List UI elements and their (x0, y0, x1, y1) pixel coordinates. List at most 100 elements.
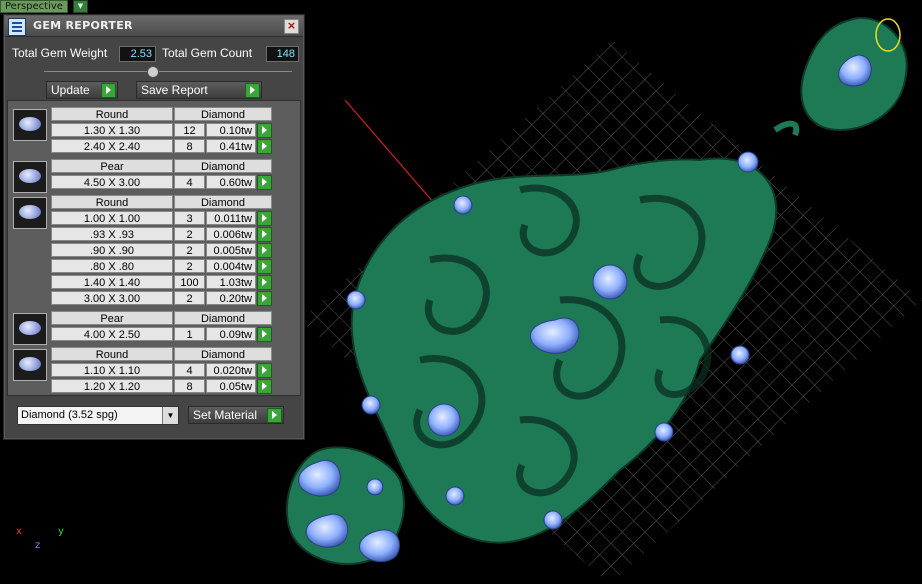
table-row: .93 X .93 2 0.006tw (8, 227, 300, 242)
select-gems-arrow-icon[interactable] (257, 227, 272, 242)
update-button-label: Update (51, 83, 90, 97)
gem-shape-header: Round (51, 107, 173, 121)
table-row: 4.00 X 2.50 1 0.09tw (8, 327, 300, 342)
update-arrow-icon (101, 83, 116, 98)
viewport-label[interactable]: Perspective (0, 0, 68, 13)
viewport-menu-arrow-icon[interactable]: ▼ (73, 0, 88, 13)
gem-material-header: Diamond (174, 195, 272, 209)
table-row: 3.00 X 3.00 2 0.20tw (8, 291, 300, 306)
set-material-arrow-icon (267, 408, 282, 423)
table-row: .80 X .80 2 0.004tw (8, 259, 300, 274)
gem-size-cell: 1.10 X 1.10 (51, 363, 173, 377)
gem-weight-cell: 1.03tw (206, 275, 256, 289)
select-gems-arrow-icon[interactable] (257, 379, 272, 394)
gem-weight-cell: 0.05tw (206, 379, 256, 393)
table-row: .90 X .90 2 0.005tw (8, 243, 300, 258)
chevron-down-icon: ▼ (162, 407, 178, 424)
select-gems-arrow-icon[interactable] (257, 243, 272, 258)
select-gems-arrow-icon[interactable] (257, 291, 272, 306)
gem-weight-cell: 0.10tw (206, 123, 256, 137)
gem-weight-cell: 0.005tw (206, 243, 256, 257)
gem-reporter-icon (8, 18, 26, 36)
set-material-button[interactable]: Set Material (188, 406, 284, 424)
gem-count-cell: 1 (174, 327, 205, 341)
select-gems-arrow-icon[interactable] (257, 211, 272, 226)
gem-size-cell: 2.40 X 2.40 (51, 139, 173, 153)
gem-weight-cell: 0.006tw (206, 227, 256, 241)
gem-size-cell: 1.30 X 1.30 (51, 123, 173, 137)
table-row: 2.40 X 2.40 8 0.41tw (8, 139, 300, 154)
table-row: 4.50 X 3.00 4 0.60tw (8, 175, 300, 190)
gem-shape-header: Round (51, 195, 173, 209)
save-report-button[interactable]: Save Report (136, 81, 262, 99)
dialog-title: GEM REPORTER (33, 19, 133, 32)
gem-shape-header: Pear (51, 311, 173, 325)
select-gems-arrow-icon[interactable] (257, 175, 272, 190)
dialog-titlebar[interactable]: GEM REPORTER × (5, 16, 303, 37)
gem-count-cell: 12 (174, 123, 205, 137)
gem-material-header: Diamond (174, 159, 272, 173)
total-gem-count-label: Total Gem Count (162, 46, 253, 60)
gem-material-header: Diamond (174, 347, 272, 361)
gem-count-cell: 2 (174, 259, 205, 273)
gem-weight-cell: 0.020tw (206, 363, 256, 377)
select-gems-arrow-icon[interactable] (257, 259, 272, 274)
gem-group: Pear Diamond 4.50 X 3.00 4 0.60tw (8, 159, 300, 193)
gem-size-cell: 4.00 X 2.50 (51, 327, 173, 341)
gem-size-cell: 1.20 X 1.20 (51, 379, 173, 393)
table-row: 1.20 X 1.20 8 0.05tw (8, 379, 300, 394)
gem-list[interactable]: Round Diamond 1.30 X 1.30 12 0.10tw 2.40 X 2.… (7, 100, 301, 396)
select-gems-arrow-icon[interactable] (257, 363, 272, 378)
total-gem-count-value: 148 (266, 46, 299, 62)
save-report-arrow-icon (245, 83, 260, 98)
select-gems-arrow-icon[interactable] (257, 327, 272, 342)
select-gems-arrow-icon[interactable] (257, 123, 272, 138)
axis-y-label: y (58, 526, 64, 537)
gem-count-cell: 8 (174, 379, 205, 393)
collapse-knob[interactable] (147, 66, 159, 78)
gem-weight-cell: 0.41tw (206, 139, 256, 153)
gem-size-cell: .90 X .90 (51, 243, 173, 257)
gem-shape-header: Pear (51, 159, 173, 173)
gem-size-cell: 1.00 X 1.00 (51, 211, 173, 225)
gem-group: Round Diamond 1.10 X 1.10 4 0.020tw 1.20 X 1.… (8, 347, 300, 395)
table-row: 1.00 X 1.00 3 0.011tw (8, 211, 300, 226)
gem-count-cell: 100 (174, 275, 205, 289)
gem-group: Pear Diamond 4.00 X 2.50 1 0.09tw (8, 311, 300, 345)
table-row: 1.40 X 1.40 100 1.03tw (8, 275, 300, 290)
gem-size-cell: 3.00 X 3.00 (51, 291, 173, 305)
gem-count-cell: 8 (174, 139, 205, 153)
gem-count-cell: 2 (174, 291, 205, 305)
gem-weight-cell: 0.60tw (206, 175, 256, 189)
select-gems-arrow-icon[interactable] (257, 139, 272, 154)
material-select-value: Diamond (3.52 spg) (21, 409, 118, 421)
gem-count-cell: 3 (174, 211, 205, 225)
axis-x-label: x (16, 526, 22, 537)
gem-size-cell: .93 X .93 (51, 227, 173, 241)
gem-count-cell: 2 (174, 227, 205, 241)
axis-z-label: z (35, 540, 41, 551)
select-gems-arrow-icon[interactable] (257, 275, 272, 290)
material-select[interactable]: Diamond (3.52 spg) ▼ (17, 406, 179, 425)
update-button[interactable]: Update (46, 81, 118, 99)
total-gem-weight-value: 2.53 (119, 46, 156, 62)
table-row: 1.30 X 1.30 12 0.10tw (8, 123, 300, 138)
gem-count-cell: 2 (174, 243, 205, 257)
gem-count-cell: 4 (174, 175, 205, 189)
total-gem-weight-label: Total Gem Weight (12, 46, 108, 60)
gem-reporter-dialog: GEM REPORTER × Total Gem Weight 2.53 Tot… (3, 14, 305, 440)
table-row: 1.10 X 1.10 4 0.020tw (8, 363, 300, 378)
gem-material-header: Diamond (174, 107, 272, 121)
gem-size-cell: .80 X .80 (51, 259, 173, 273)
gem-count-cell: 4 (174, 363, 205, 377)
gem-shape-header: Round (51, 347, 173, 361)
gem-weight-cell: 0.004tw (206, 259, 256, 273)
gem-size-cell: 4.50 X 3.00 (51, 175, 173, 189)
set-material-button-label: Set Material (193, 408, 258, 422)
gem-group: Round Diamond 1.30 X 1.30 12 0.10tw 2.40 X 2.… (8, 107, 300, 155)
gem-group: Round Diamond 1.00 X 1.00 3 0.011tw .93 X .93… (8, 195, 300, 307)
save-report-button-label: Save Report (141, 83, 208, 97)
close-icon[interactable]: × (284, 19, 299, 34)
gem-material-header: Diamond (174, 311, 272, 325)
gem-weight-cell: 0.09tw (206, 327, 256, 341)
